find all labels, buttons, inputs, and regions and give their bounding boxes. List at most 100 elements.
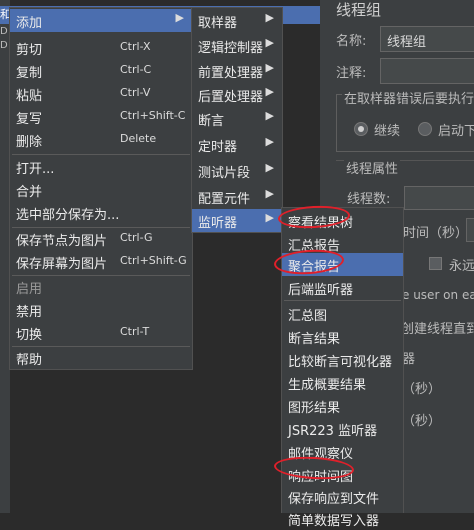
submenu-arrow-icon: ▶ — [265, 161, 274, 174]
menu-item-sampler[interactable]: 取样器 ▶ — [192, 9, 282, 32]
menu-item-label: 比较断言可视化器 — [288, 355, 393, 370]
menu-item-save-responses-to-file[interactable]: 保存响应到文件 — [282, 485, 403, 508]
menu-item-label: 保存屏幕为图片 — [16, 257, 108, 272]
menu-item-label: 取样器 — [198, 16, 238, 31]
menu-item-label: 打开... — [16, 162, 55, 177]
menu-item-label: 禁用 — [16, 305, 43, 320]
menu-item-label: 删除 — [16, 135, 43, 150]
menu-item-simple-data-writer[interactable]: 简单数据写入器 — [282, 507, 403, 530]
menu-item-disable[interactable]: 禁用 — [10, 298, 192, 321]
submenu-arrow-icon: ▶ — [265, 61, 274, 74]
thread-count-label: 线程数: — [347, 192, 391, 207]
menu-item-copy[interactable]: 复制 Ctrl-C — [10, 59, 192, 82]
submenu-arrow-icon: ▶ — [265, 187, 274, 200]
menu-item-merge[interactable]: 合并 — [10, 178, 192, 201]
menu-item-backend-listener[interactable]: 后端监听器 — [282, 276, 403, 299]
menu-item-label: 定时器 — [198, 140, 238, 155]
menu-item-view-results-tree[interactable]: 察看结果树 — [282, 209, 403, 232]
delay-fragment: （秒） — [402, 414, 442, 429]
menu-item-graph-results[interactable]: 图形结果 — [282, 394, 403, 417]
menu-item-save-node-image[interactable]: 保存节点为图片 Ctrl-G — [10, 227, 192, 250]
menu-item-label: 后端监听器 — [288, 283, 354, 298]
menu-item-delete[interactable]: 删除 Delete — [10, 128, 192, 151]
menu-item-label: 聚合报告 — [288, 260, 341, 275]
submenu-arrow-icon: ▶ — [265, 109, 274, 122]
listener-submenu: 察看结果树 汇总报告 聚合报告 后端监听器 汇总图 断言结果 比较断言可视化器 … — [281, 207, 404, 529]
submenu-arrow-icon: ▶ — [265, 211, 274, 224]
menu-item-jsr223-listener[interactable]: JSR223 监听器 — [282, 417, 403, 440]
menu-item-enable: 启用 — [10, 275, 192, 298]
error-group-title: 在取样器错误后要执行的 — [342, 88, 474, 107]
menu-item-label: 邮件观察仪 — [288, 447, 354, 462]
menu-item-label: 汇总图 — [288, 309, 328, 324]
name-field[interactable]: 线程组 — [380, 26, 474, 52]
submenu-arrow-icon: ▶ — [175, 11, 184, 24]
menu-item-label: 剪切 — [16, 43, 43, 58]
comment-label: 注释: — [336, 66, 367, 81]
forever-checkbox[interactable] — [429, 257, 442, 270]
thread-count-field[interactable] — [404, 186, 474, 210]
menu-item-generate-summary-results[interactable]: 生成概要结果 — [282, 371, 403, 394]
menu-item-label: 添加 — [16, 16, 43, 31]
menu-item-test-fragment[interactable]: 测试片段 ▶ — [192, 159, 282, 182]
menu-item-aggregate-report[interactable]: 聚合报告 — [282, 253, 403, 276]
radio-start-next-label: 启动下 — [438, 124, 474, 139]
ramp-up-label: 时间（秒）: — [403, 226, 473, 241]
menu-item-help[interactable]: 帮助 — [10, 346, 192, 369]
menu-item-logic-controller[interactable]: 逻辑控制器 ▶ — [192, 34, 282, 57]
menu-item-shortcut: Ctrl-G — [120, 231, 153, 244]
menu-item-summary-report[interactable]: 汇总报告 — [282, 232, 403, 255]
delay-create-label: 创建线程直到 — [401, 322, 474, 337]
forever-label: 永远 — [449, 259, 474, 274]
ramp-up-field[interactable] — [466, 218, 474, 242]
menu-item-timer[interactable]: 定时器 ▶ — [192, 133, 282, 156]
menu-item-add[interactable]: 添加 ▶ — [10, 9, 192, 32]
radio-continue-label: 继续 — [374, 124, 401, 139]
menu-item-label: 图形结果 — [288, 401, 341, 416]
menu-item-mailer-visualizer[interactable]: 邮件观察仪 — [282, 440, 403, 463]
panel-title: 线程组 — [336, 1, 382, 19]
menu-item-save-selection-as[interactable]: 选中部分保存为... — [10, 201, 192, 224]
menu-item-label: 帮助 — [16, 353, 43, 368]
submenu-arrow-icon: ▶ — [265, 36, 274, 49]
menu-item-open[interactable]: 打开... — [10, 155, 192, 178]
submenu-arrow-icon: ▶ — [265, 85, 274, 98]
menu-item-label: 启用 — [16, 282, 43, 297]
menu-item-listener[interactable]: 监听器 ▶ — [192, 209, 282, 232]
menu-item-paste[interactable]: 粘贴 Ctrl-V — [10, 82, 192, 105]
menu-item-label: 生成概要结果 — [288, 378, 367, 393]
menu-item-label: 合并 — [16, 185, 43, 200]
menu-item-shortcut: Ctrl-T — [120, 325, 150, 338]
menu-item-label: 选中部分保存为... — [16, 208, 120, 223]
menu-item-label: 粘贴 — [16, 89, 43, 104]
duration-fragment: （秒） — [402, 382, 442, 397]
menu-item-label: JSR223 监听器 — [288, 424, 378, 439]
submenu-arrow-icon: ▶ — [265, 11, 274, 24]
menu-item-label: 逻辑控制器 — [198, 41, 264, 56]
comment-field[interactable] — [380, 58, 474, 84]
menu-item-response-time-graph[interactable]: 响应时间图 — [282, 463, 403, 486]
menu-item-comparison-assertion-visualizer[interactable]: 比较断言可视化器 — [282, 348, 403, 371]
menu-item-assertion-results[interactable]: 断言结果 — [282, 325, 403, 348]
menu-item-config-element[interactable]: 配置元件 ▶ — [192, 185, 282, 208]
radio-continue[interactable] — [354, 122, 368, 136]
menu-item-summary-graph[interactable]: 汇总图 — [282, 302, 403, 325]
menu-item-pre-processor[interactable]: 前置处理器 ▶ — [192, 59, 282, 82]
menu-item-label: 复制 — [16, 66, 43, 81]
menu-item-shortcut: Delete — [120, 132, 157, 145]
menu-item-shortcut: Ctrl+Shift-G — [120, 254, 187, 267]
menu-item-label: 断言 — [198, 114, 225, 129]
menu-item-cut[interactable]: 剪切 Ctrl-X — [10, 36, 192, 59]
menu-item-label: 断言结果 — [288, 332, 341, 347]
menu-item-toggle[interactable]: 切换 Ctrl-T — [10, 321, 192, 344]
menu-item-assertion[interactable]: 断言 ▶ — [192, 107, 282, 130]
menu-item-label: 监听器 — [198, 216, 238, 231]
menu-item-label: 前置处理器 — [198, 66, 264, 81]
menu-item-duplicate[interactable]: 复写 Ctrl+Shift-C — [10, 105, 192, 128]
tree-fragment: D — [0, 40, 8, 51]
radio-start-next[interactable] — [418, 122, 432, 136]
menu-item-post-processor[interactable]: 后置处理器 ▶ — [192, 83, 282, 106]
menu-item-label: 汇总报告 — [288, 239, 341, 254]
menu-item-label: 配置元件 — [198, 192, 251, 207]
menu-item-save-screen-image[interactable]: 保存屏幕为图片 Ctrl+Shift-G — [10, 250, 192, 273]
